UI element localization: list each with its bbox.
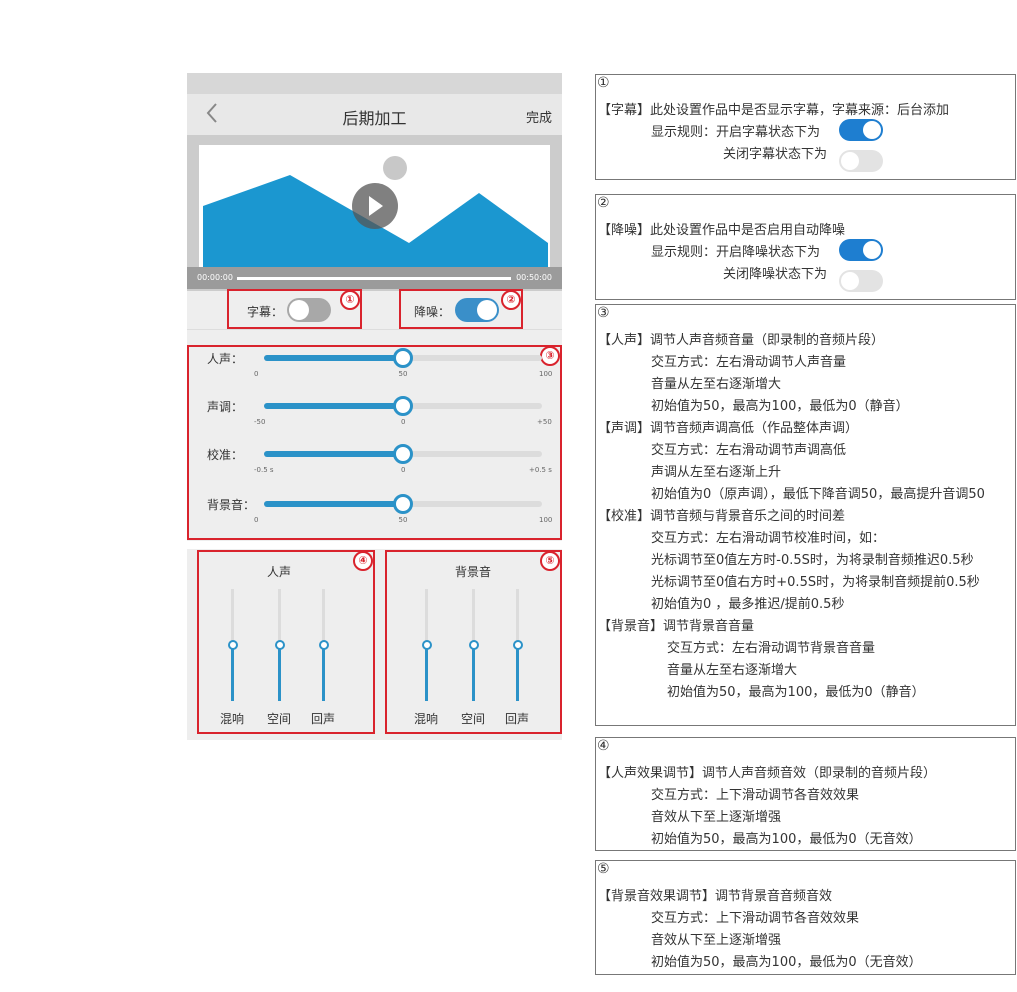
annotation-3-line: 初始值为50，最高为100，最低为0（静音）	[651, 399, 909, 414]
eq-band-label: 回声	[311, 712, 336, 726]
eq-vertical-handle[interactable]	[422, 640, 432, 650]
annotation-2: ② 【降噪】此处设置作品中是否启用自动降噪 显示规则：开启降噪状态下为 关闭降噪…	[595, 194, 1016, 300]
eq-vertical-fill	[472, 645, 475, 701]
annotation-5-line: 交互方式：上下滑动调节各音效效果	[651, 911, 860, 926]
eq-band-label: 空间	[461, 712, 486, 726]
annotation-2-line: 关闭降噪状态下为	[723, 267, 828, 282]
denoise-on-example-toggle	[839, 239, 883, 261]
annotation-5-line: 【背景音效果调节】调节背景音音频音效	[598, 889, 833, 904]
annotation-5-line: 初始值为50，最高为100，最低为0（无音效）	[651, 955, 922, 970]
denoise-off-example-toggle	[839, 270, 883, 292]
annotation-1-number: ①	[597, 75, 610, 91]
annotation-1-line: 关闭字幕状态下为	[723, 147, 828, 162]
subtitle-on-example-toggle	[839, 119, 883, 141]
eq-vertical-handle[interactable]	[319, 640, 329, 650]
annotation-3-number: ③	[597, 305, 610, 321]
annotation-3-line: 音量从左至右逐渐增大	[667, 663, 798, 678]
annotation-3-line: 初始值为0 ，最多推迟/提前0.5秒	[651, 597, 845, 612]
annotation-2-line: 【降噪】此处设置作品中是否启用自动降噪	[598, 223, 846, 238]
annotation-3-line: 初始值为0（原声调），最低下降音调50，最高提升音调50	[651, 487, 985, 502]
annotation-4-line: 【人声效果调节】调节人声音频音效（即录制的音频片段）	[598, 766, 937, 781]
annotation-2-line: 显示规则：开启降噪状态下为	[651, 245, 821, 260]
annotation-3: ③ 【人声】调节人声音频音量（即录制的音频片段） 交互方式：左右滑动调节人声音量音…	[595, 304, 1016, 726]
annotation-3-line: 交互方式：左右滑动调节校准时间，如：	[651, 531, 886, 546]
eq-vertical-handle[interactable]	[513, 640, 523, 650]
annotation-4-line: 音效从下至上逐渐增强	[651, 810, 782, 825]
annotation-3-line: 光标调节至0值左方时-0.5S时，为将录制音频推迟0.5秒	[651, 553, 974, 568]
annotation-3-line: 音量从左至右逐渐增大	[651, 377, 782, 392]
eq-vertical-fill	[425, 645, 428, 701]
annotation-1: ① 【字幕】此处设置作品中是否显示字幕，字幕来源：后台添加 显示规则：开启字幕状…	[595, 74, 1016, 180]
annotation-4-line: 交互方式：上下滑动调节各音效效果	[651, 788, 860, 803]
eq-vertical-fill	[231, 645, 234, 701]
annotation-3-line: 【声调】调节音频声调高低（作品整体声调）	[598, 421, 859, 436]
eq-band-label: 混响	[414, 712, 439, 726]
annotation-3-line: 【校准】调节音频与背景音乐之间的时间差	[598, 509, 846, 524]
annotation-5-number: ⑤	[597, 861, 610, 877]
eq-vertical-fill	[516, 645, 519, 701]
eq-vertical-fill	[322, 645, 325, 701]
annotation-1-line: 【字幕】此处设置作品中是否显示字幕，字幕来源：后台添加	[598, 103, 950, 118]
annotation-5: ⑤ 【背景音效果调节】调节背景音音频音效交互方式：上下滑动调节各音效效果 音效从下…	[595, 860, 1016, 975]
eq-vertical-handle[interactable]	[469, 640, 479, 650]
annotation-3-line: 【人声】调节人声音频音量（即录制的音频片段）	[598, 333, 885, 348]
eq-vertical-handle[interactable]	[275, 640, 285, 650]
annotation-4-number: ④	[597, 738, 610, 754]
annotation-3-line: 交互方式：左右滑动调节声调高低	[651, 443, 847, 458]
eq-band-label: 回声	[505, 712, 530, 726]
eq-vertical-fill	[278, 645, 281, 701]
annotation-3-line: 交互方式：左右滑动调节背景音音量	[667, 641, 876, 656]
annotation-5-line: 音效从下至上逐渐增强	[651, 933, 782, 948]
annotation-4-line: 初始值为50，最高为100，最低为0（无音效）	[651, 832, 922, 847]
subtitle-off-example-toggle	[839, 150, 883, 172]
eq-band-list: 混响 空间 回声 混响 空间 回声	[187, 73, 562, 740]
eq-band-label: 空间	[267, 712, 292, 726]
annotation-3-line: 【背景音】调节背景音音量	[598, 619, 755, 634]
annotation-3-line: 初始值为50，最高为100，最低为0（静音）	[667, 685, 925, 700]
annotation-3-line: 交互方式：左右滑动调节人声音量	[651, 355, 847, 370]
annotation-4: ④ 【人声效果调节】调节人声音频音效（即录制的音频片段） 交互方式：上下滑动调节各…	[595, 737, 1016, 851]
annotation-2-number: ②	[597, 195, 610, 211]
phone-screen: 后期加工 完成 00:00:00 00:50:00 ① 字幕： ② 降噪： ③ …	[187, 73, 562, 740]
annotation-1-line: 显示规则：开启字幕状态下为	[651, 125, 821, 140]
annotation-3-line: 光标调节至0值右方时+0.5S时，为将录制音频提前0.5秒	[651, 575, 980, 590]
eq-vertical-handle[interactable]	[228, 640, 238, 650]
annotation-3-line: 声调从左至右逐渐上升	[651, 465, 782, 480]
eq-band-label: 混响	[220, 712, 245, 726]
